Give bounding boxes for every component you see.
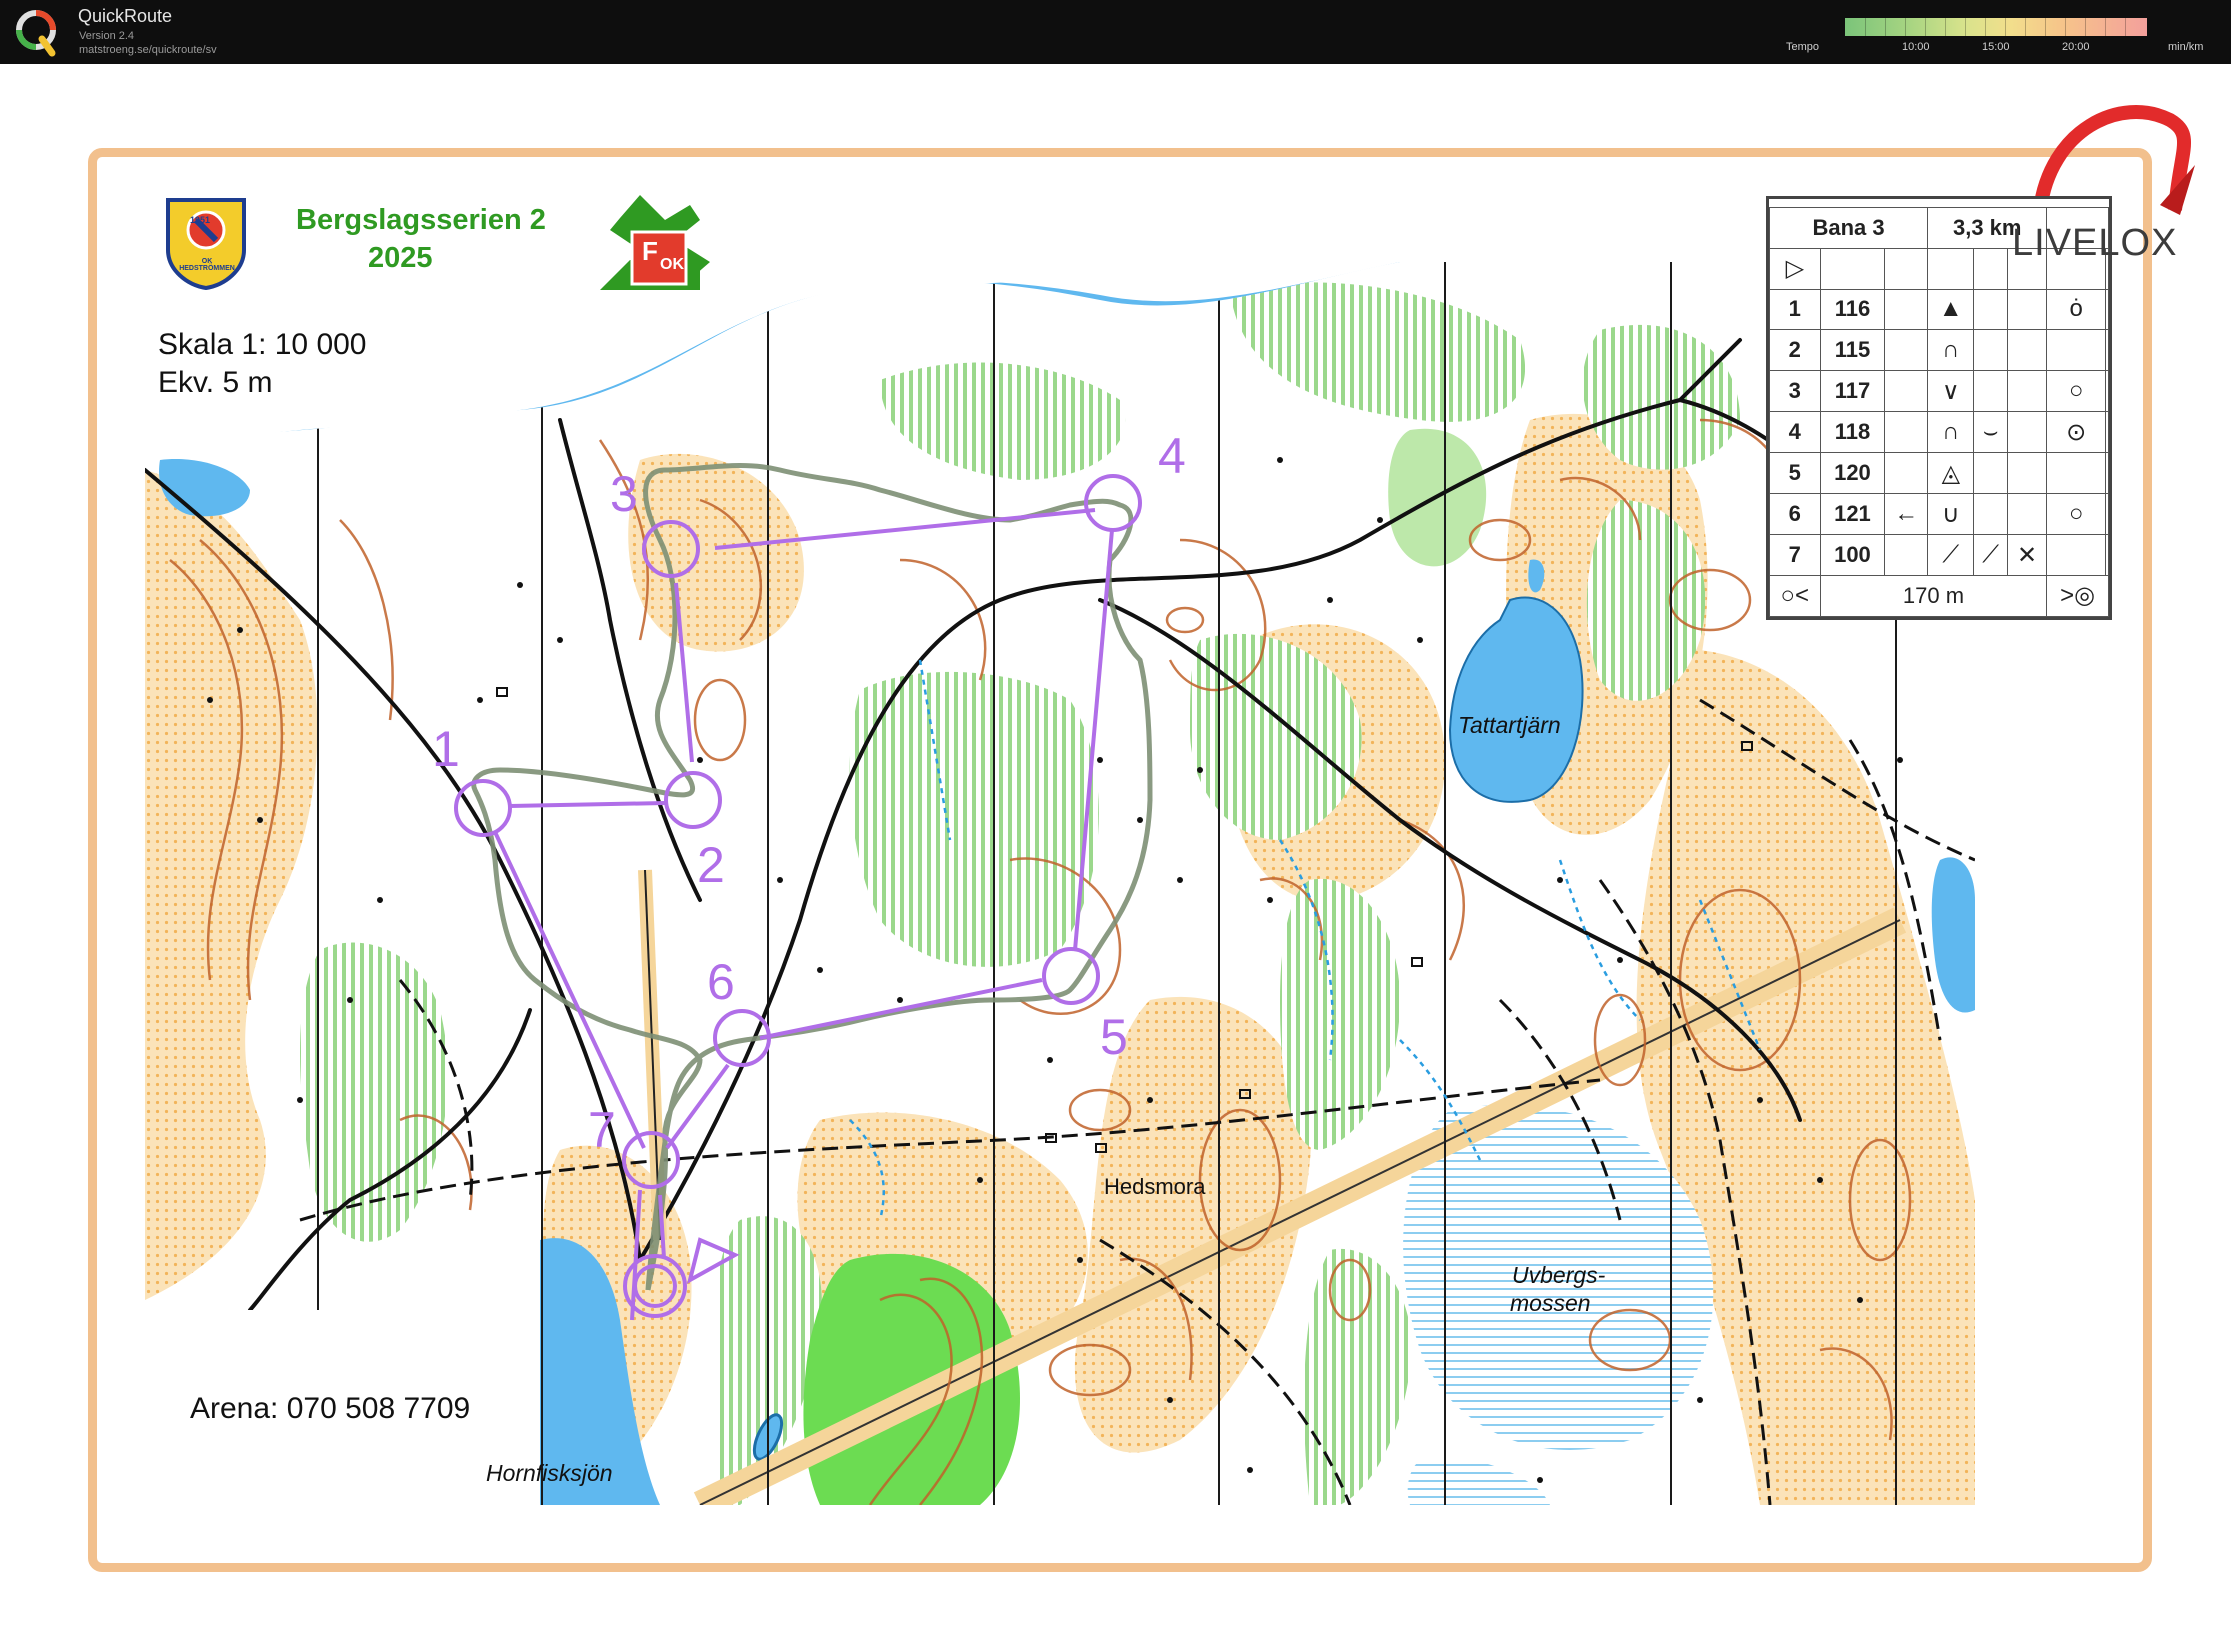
code-7: 100 <box>1819 534 1886 576</box>
place-hornfisksjon: Hornfisksjön <box>486 1460 613 1486</box>
fok-logo-text: OK <box>660 256 684 273</box>
stone-in-circle-icon: ◬ <box>1927 452 1975 495</box>
location-icon-3: ○ <box>2046 493 2107 536</box>
seq-5: 5 <box>1769 452 1821 495</box>
seq-2: 2 <box>1769 329 1821 372</box>
depression-icon: ∪ <box>1927 493 1975 536</box>
side-location-icon: ȯ <box>2046 288 2107 331</box>
finish-distance: 170 m <box>1819 574 2048 618</box>
control-number-4: 4 <box>1158 428 1186 484</box>
path-icon-2: ⟋ <box>1973 534 2008 576</box>
shallow-icon: ⌣ <box>1973 411 2008 454</box>
location-icon-2: ⊙ <box>2046 411 2107 454</box>
code-2: 115 <box>1819 329 1886 372</box>
livelox-watermark: LIVELOX <box>2012 222 2178 264</box>
seq-1: 1 <box>1769 288 1821 331</box>
place-hedsmora: Hedsmora <box>1104 1174 1206 1199</box>
map-scale: Skala 1: 10 000 <box>158 328 367 361</box>
code-6: 121 <box>1819 493 1886 536</box>
control-number-5: 5 <box>1100 1009 1128 1065</box>
control-number-6: 6 <box>707 954 735 1010</box>
event-title-line1: Bergslagsserien 2 <box>296 204 546 236</box>
code-1: 116 <box>1819 288 1886 331</box>
finish-from-icon: ○< <box>1769 574 1821 618</box>
forest-green-center <box>849 671 1099 967</box>
reentrant-icon: ∨ <box>1927 370 1975 413</box>
map-contour-interval: Ekv. 5 m <box>158 366 273 399</box>
club-badge-year: 1951 <box>190 215 211 225</box>
club-badge-logo <box>166 198 246 291</box>
finish-icon: >◎ <box>2046 574 2109 618</box>
boulder-icon: ▲ <box>1927 288 1975 331</box>
code-5: 120 <box>1819 452 1886 495</box>
path-icon: ⟋ <box>1927 534 1975 576</box>
course-name: Bana 3 <box>1768 206 1929 249</box>
code-4: 118 <box>1819 411 1886 454</box>
arrow-left-icon: ← <box>1884 493 1929 536</box>
location-icon: ○ <box>2046 370 2107 413</box>
start-triangle-icon: ▷ <box>1769 247 1821 290</box>
seq-3: 3 <box>1769 370 1821 413</box>
event-title-line2: 2025 <box>368 242 433 274</box>
fok-logo-letter: F <box>642 236 658 266</box>
club-badge-text: OK HEDSTRÖMMEN <box>179 258 235 272</box>
control-number-3: 3 <box>610 466 638 522</box>
knoll-icon: ∩ <box>1927 329 1975 372</box>
seq-6: 6 <box>1769 493 1821 536</box>
control-number-2: 2 <box>697 837 725 893</box>
code-3: 117 <box>1819 370 1886 413</box>
crossing-icon: ✕ <box>2006 534 2048 576</box>
seq-4: 4 <box>1769 411 1821 454</box>
control-number-7: 7 <box>588 1102 616 1158</box>
place-uvbergsmossen-1: Uvbergs- <box>1512 1262 1606 1288</box>
seq-7: 7 <box>1769 534 1821 576</box>
arena-phone: Arena: 070 508 7709 <box>190 1392 471 1425</box>
knoll-icon-2: ∩ <box>1927 411 1975 454</box>
place-uvbergsmossen-2: mossen <box>1510 1290 1591 1316</box>
place-tattartjarn: Tattartjärn <box>1458 712 1561 738</box>
control-number-1: 1 <box>432 721 460 777</box>
